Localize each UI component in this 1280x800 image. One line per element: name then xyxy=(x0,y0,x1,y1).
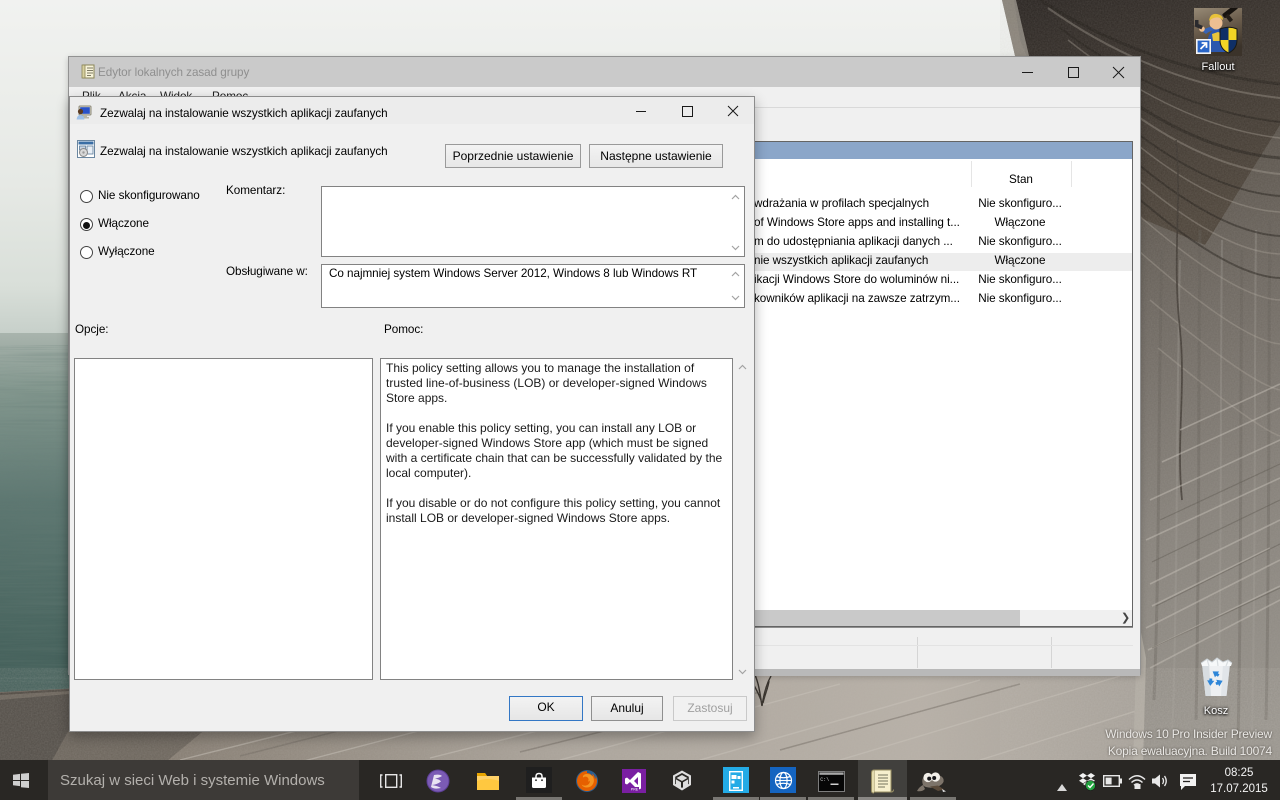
svg-text:C:\: C:\ xyxy=(820,777,829,783)
svg-text:PRE: PRE xyxy=(631,788,639,792)
